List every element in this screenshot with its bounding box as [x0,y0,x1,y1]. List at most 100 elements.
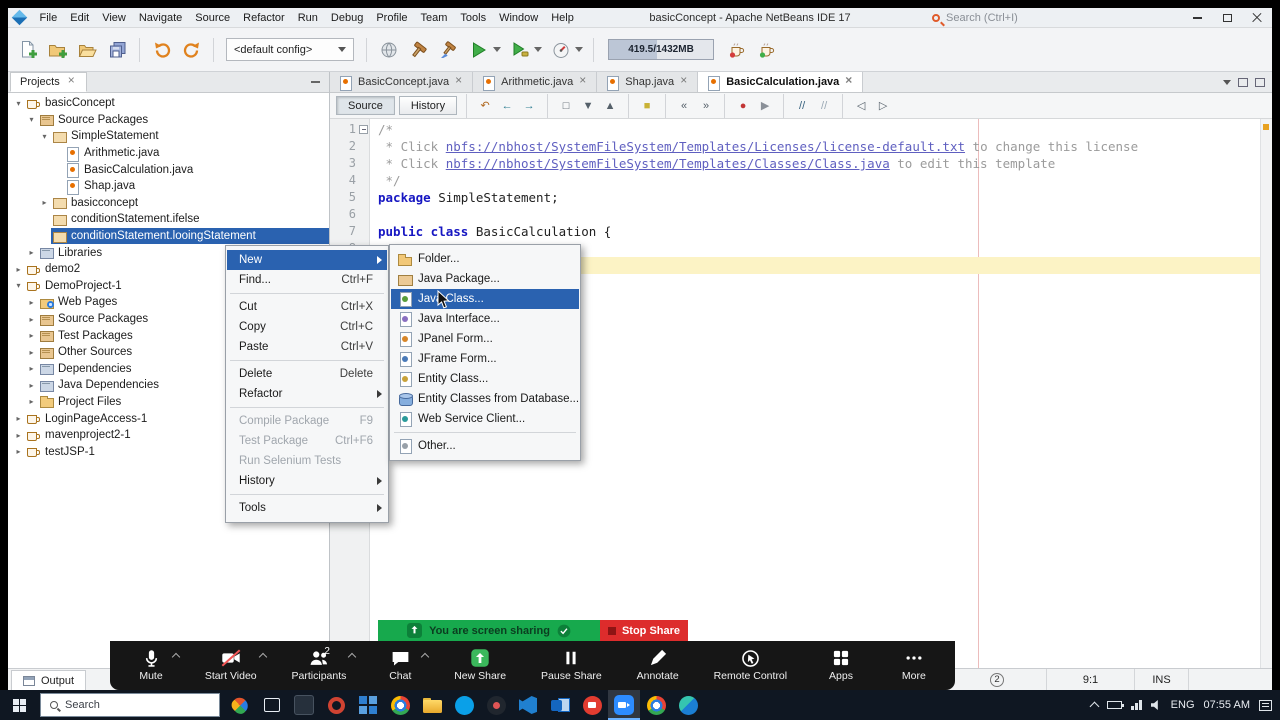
tree-collapsed-arrow-icon[interactable]: ▸ [25,364,38,373]
code-line-2[interactable]: * Click nbfs://nbhost/SystemFileSystem/T… [378,138,1260,155]
menu-debug[interactable]: Debug [324,10,369,26]
tree-item-simplestatement[interactable]: ▾ SimpleStatement [8,128,329,145]
tree-item-conditionstatement-looingstatement[interactable]: conditionStatement.looingStatement [8,227,329,245]
editor-highlight-icon[interactable]: ■ [638,97,656,115]
submenu-item-java-interface[interactable]: Java Interface... [391,309,579,329]
action-center-icon[interactable] [1259,699,1272,711]
taskbar-chrome-icon[interactable] [640,690,672,720]
editor-next-bookmark-icon[interactable]: » [697,97,715,115]
submenu-item-jpanel-form[interactable]: JPanel Form... [391,329,579,349]
submenu-item-other[interactable]: Other... [391,436,579,456]
editor-comment-icon[interactable]: // [793,97,811,115]
editor-find-next-icon[interactable]: ▼ [579,97,597,115]
taskbar-grid-blue-icon[interactable] [352,690,384,720]
menu-item-cut[interactable]: Cut Ctrl+X [227,297,387,317]
menu-item-new[interactable]: New [227,250,387,270]
menu-refactor[interactable]: Refactor [237,10,292,26]
code-line-1[interactable]: /* [378,121,1260,138]
tree-collapsed-arrow-icon[interactable]: ▸ [25,348,38,357]
submenu-item-entity-class[interactable]: Entity Class... [391,369,579,389]
network-icon[interactable] [1131,700,1142,710]
zoom-mute-button[interactable]: Mute [126,647,181,682]
tree-expanded-arrow-icon[interactable]: ▾ [25,115,38,124]
submenu-item-java-class[interactable]: Java Class... [391,289,579,309]
editor-shift-left-icon[interactable]: ◁ [852,97,870,115]
tree-collapsed-arrow-icon[interactable]: ▸ [38,198,51,207]
tree-collapsed-arrow-icon[interactable]: ▸ [25,381,38,390]
zoom-new-share-button[interactable]: New Share [448,647,512,682]
memory-indicator[interactable]: 419.5/1432MB [608,39,714,60]
tree-collapsed-arrow-icon[interactable]: ▸ [12,414,25,423]
code-line-4[interactable]: */ [378,172,1260,189]
toolbar-build-button[interactable] [405,36,432,63]
taskbar-app-dark-icon[interactable] [288,690,320,720]
zoom-participants-button[interactable]: 2 Participants [286,646,357,682]
editor-find-selection-icon[interactable]: □ [557,97,575,115]
tree-item-arithmetic-java[interactable]: Arithmetic.java [8,145,329,162]
view-source-button[interactable]: Source [336,96,395,115]
close-button[interactable] [1242,8,1272,27]
chevron-up-icon[interactable] [348,652,357,662]
editor-tab-basiccalculation-java[interactable]: BasicCalculation.java [698,72,864,92]
menu-item-copy[interactable]: Copy Ctrl+C [227,317,387,337]
editor-record-macro-icon[interactable]: ● [734,97,752,115]
editor-tab-shap-java[interactable]: Shap.java [597,72,699,92]
menu-source[interactable]: Source [189,10,237,26]
projects-tab-close-icon[interactable] [67,74,77,88]
tray-expand-icon[interactable] [1089,701,1100,712]
submenu-item-web-service-client[interactable]: Web Service Client... [391,409,579,429]
taskbar-butterfly-icon[interactable] [224,690,256,720]
start-button[interactable] [0,690,38,720]
toolbar-profile-dropdown-icon[interactable] [575,47,583,52]
taskbar-task-view-icon[interactable] [256,690,288,720]
output-tab[interactable]: Output [11,670,87,690]
taskbar-cam-dark-icon[interactable] [480,690,512,720]
quick-search-field[interactable]: Search (Ctrl+I) [932,12,1060,24]
taskbar-skype-icon[interactable] [448,690,480,720]
maximize-editor-icon[interactable] [1255,77,1265,87]
taskbar-file-explorer-icon[interactable] [416,690,448,720]
toolbar-run-button[interactable] [465,36,492,63]
maximize-button[interactable] [1212,8,1242,27]
toolbar-undo-button[interactable] [148,36,175,63]
toolbar-open-project-button[interactable] [74,36,101,63]
zoom-annotate-button[interactable]: Annotate [631,647,685,682]
tree-expanded-arrow-icon[interactable]: ▾ [12,281,25,290]
toolbar-cup-red-button[interactable] [723,36,750,63]
code-line-3[interactable]: * Click nbfs://nbhost/SystemFileSystem/T… [378,155,1260,172]
toolbar-clean-build-button[interactable] [435,36,462,63]
submenu-item-folder[interactable]: Folder... [391,249,579,269]
toolbar-debug-button[interactable] [506,36,533,63]
menu-view[interactable]: View [96,10,133,26]
config-dropdown[interactable]: <default config> [226,38,354,61]
zoom-apps-button[interactable]: Apps [816,647,866,682]
toolbar-debug-dropdown-icon[interactable] [534,47,542,52]
menu-item-history[interactable]: History [227,471,387,491]
menu-item-delete[interactable]: Delete Delete [227,364,387,384]
code-line-7[interactable]: public class BasicCalculation { [378,223,1260,240]
fold-collapse-icon[interactable] [359,125,368,134]
tree-collapsed-arrow-icon[interactable]: ▸ [25,397,38,406]
submenu-item-jframe-form[interactable]: JFrame Form... [391,349,579,369]
volume-icon[interactable] [1150,700,1158,710]
toolbar-run-dropdown-icon[interactable] [493,47,501,52]
code-line-6[interactable] [378,206,1260,223]
menu-item-refactor[interactable]: Refactor [227,384,387,404]
projects-tab[interactable]: Projects [10,72,87,92]
tree-collapsed-arrow-icon[interactable]: ▸ [25,298,38,307]
notifications-badge[interactable]: 2 [990,672,1004,687]
chevron-up-icon[interactable] [258,652,267,662]
chevron-up-icon[interactable] [421,652,430,662]
menu-team[interactable]: Team [414,10,454,26]
editor-tab-basicconcept-java[interactable]: BasicConcept.java [330,72,474,92]
tree-collapsed-arrow-icon[interactable]: ▸ [25,331,38,340]
menu-item-find[interactable]: Find... Ctrl+F [227,270,387,290]
tree-collapsed-arrow-icon[interactable]: ▸ [12,447,25,456]
stop-share-button[interactable]: Stop Share [600,620,688,641]
taskbar-search[interactable]: Search [40,693,220,717]
zoom-chat-button[interactable]: Chat [375,647,430,682]
menu-item-run-selenium-tests[interactable]: Run Selenium Tests [227,451,387,471]
tab-close-icon[interactable] [844,74,854,88]
clock[interactable]: 07:55 AM [1204,699,1250,711]
taskbar-chrome-icon[interactable] [384,690,416,720]
